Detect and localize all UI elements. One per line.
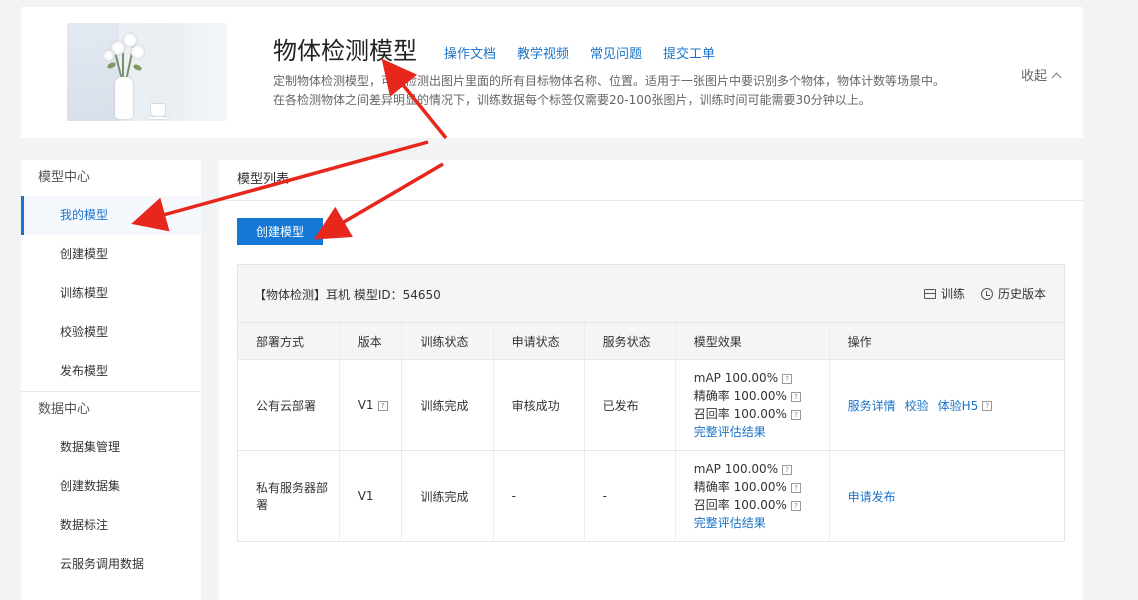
collapse-button[interactable]: 收起 [1021, 65, 1062, 84]
sidebar-item-create-dataset[interactable]: 创建数据集 [21, 467, 201, 506]
model-card-header: 【物体检测】耳机 模型ID：54650 训练 历史版本 [238, 265, 1064, 322]
create-model-button[interactable]: 创建模型 [237, 218, 323, 245]
metric-precision: 精确率 100.00% [693, 480, 787, 494]
header-links: 操作文档 教学视频 常见问题 提交工单 [444, 43, 715, 62]
link-docs[interactable]: 操作文档 [444, 43, 496, 62]
col-deploy: 部署方式 [238, 322, 340, 360]
link-ticket[interactable]: 提交工单 [663, 43, 715, 62]
help-icon[interactable]: ? [377, 400, 388, 411]
cell-service-status: - [583, 450, 676, 542]
sidebar-section-model: 模型中心 [38, 170, 91, 185]
model-name: 【物体检测】耳机 模型ID：54650 [254, 288, 441, 302]
cell-version: V1? [338, 359, 402, 451]
sidebar-item-validate-model[interactable]: 校验模型 [21, 313, 201, 352]
hero-image [67, 23, 227, 121]
model-card: 【物体检测】耳机 模型ID：54650 训练 历史版本 部署方式 版本 训练状态… [237, 264, 1065, 542]
sidebar-item-create-model[interactable]: 创建模型 [21, 235, 201, 274]
chevron-up-icon [1051, 72, 1062, 83]
col-version: 版本 [338, 322, 402, 360]
cell-model-effect: mAP 100.00%? 精确率 100.00%? 召回率 100.00%? 完… [674, 450, 830, 542]
cell-apply-status: - [492, 450, 585, 542]
link-videos[interactable]: 教学视频 [517, 43, 569, 62]
col-model-effect: 模型效果 [674, 322, 830, 360]
help-icon[interactable]: ? [782, 464, 793, 475]
table-header-row: 部署方式 版本 训练状态 申请状态 服务状态 模型效果 操作 [238, 322, 1064, 360]
sidebar-item-publish-model[interactable]: 发布模型 [21, 352, 201, 391]
cell-model-effect: mAP 100.00%? 精确率 100.00%? 召回率 100.00%? 完… [674, 359, 830, 451]
help-icon[interactable]: ? [982, 401, 993, 411]
cell-apply-status: 审核成功 [492, 359, 585, 451]
train-icon [923, 288, 936, 299]
metric-map: mAP 100.00% [693, 462, 779, 476]
col-apply-status: 申请状态 [492, 322, 585, 360]
col-service-status: 服务状态 [583, 322, 676, 360]
table-row: 公有云部署 V1? 训练完成 审核成功 已发布 mAP 100.00%? 精确率… [238, 359, 1064, 451]
page-description: 定制物体检测模型，可以检测出图片里面的所有目标物体名称、位置。适用于一张图片中要… [273, 74, 946, 107]
model-actions: 训练 历史版本 [923, 285, 1046, 302]
cell-version: V1 [338, 450, 402, 542]
help-icon[interactable]: ? [790, 482, 801, 493]
link-faq[interactable]: 常见问题 [590, 43, 642, 62]
sidebar-item-annotation[interactable]: 数据标注 [21, 506, 201, 545]
sidebar-item-cloud-data[interactable]: 云服务调用数据 [21, 545, 201, 584]
help-icon[interactable]: ? [790, 500, 801, 511]
main-content: 模型列表 创建模型 【物体检测】耳机 模型ID：54650 训练 历史版本 部署… [219, 160, 1083, 600]
metric-precision: 精确率 100.00% [693, 389, 787, 403]
history-button[interactable]: 历史版本 [980, 285, 1046, 302]
sidebar-section-data: 数据中心 [38, 402, 91, 417]
sidebar-item-my-models[interactable]: 我的模型 [21, 196, 201, 235]
service-details-link[interactable]: 服务详情 [848, 399, 896, 413]
cell-deploy: 公有云部署 [238, 359, 340, 451]
history-clock-icon [980, 287, 993, 300]
cell-service-status: 已发布 [583, 359, 676, 451]
sidebar-item-train-model[interactable]: 训练模型 [21, 274, 201, 313]
cell-train-status: 训练完成 [401, 359, 494, 451]
try-h5-link[interactable]: 体验H5 [938, 399, 979, 413]
eval-result-link[interactable]: 完整评估结果 [694, 425, 766, 439]
cell-train-status: 训练完成 [401, 450, 494, 542]
col-operations: 操作 [828, 322, 1064, 360]
help-icon[interactable]: ? [790, 391, 801, 402]
metric-recall: 召回率 100.00% [693, 498, 787, 512]
cell-deploy: 私有服务器部署 [238, 450, 340, 542]
cell-operations: 服务详情 校验 体验H5? [828, 359, 1064, 451]
page-title: 物体检测模型 [273, 37, 417, 65]
cell-operations: 申请发布 [828, 450, 1064, 542]
apply-publish-link[interactable]: 申请发布 [848, 490, 896, 504]
eval-result-link[interactable]: 完整评估结果 [694, 516, 766, 530]
metric-map: mAP 100.00% [693, 371, 779, 385]
train-button[interactable]: 训练 [923, 285, 965, 302]
section-heading: 模型列表 [219, 160, 1083, 201]
help-icon[interactable]: ? [782, 373, 793, 384]
model-versions-table: 部署方式 版本 训练状态 申请状态 服务状态 模型效果 操作 公有云部署 V1?… [238, 322, 1064, 542]
validate-link[interactable]: 校验 [905, 399, 929, 413]
sidebar-item-datasets[interactable]: 数据集管理 [21, 428, 201, 467]
col-train-status: 训练状态 [401, 322, 494, 360]
page-header: 物体检测模型 操作文档 教学视频 常见问题 提交工单 定制物体检测模型，可以检测… [21, 7, 1083, 138]
metric-recall: 召回率 100.00% [693, 407, 787, 421]
sidebar: 模型中心 我的模型 创建模型 训练模型 校验模型 发布模型 数据中心 数据集管理… [21, 160, 201, 600]
help-icon[interactable]: ? [790, 409, 801, 420]
table-row: 私有服务器部署 V1 训练完成 - - mAP 100.00%? 精确率 100… [238, 450, 1064, 542]
